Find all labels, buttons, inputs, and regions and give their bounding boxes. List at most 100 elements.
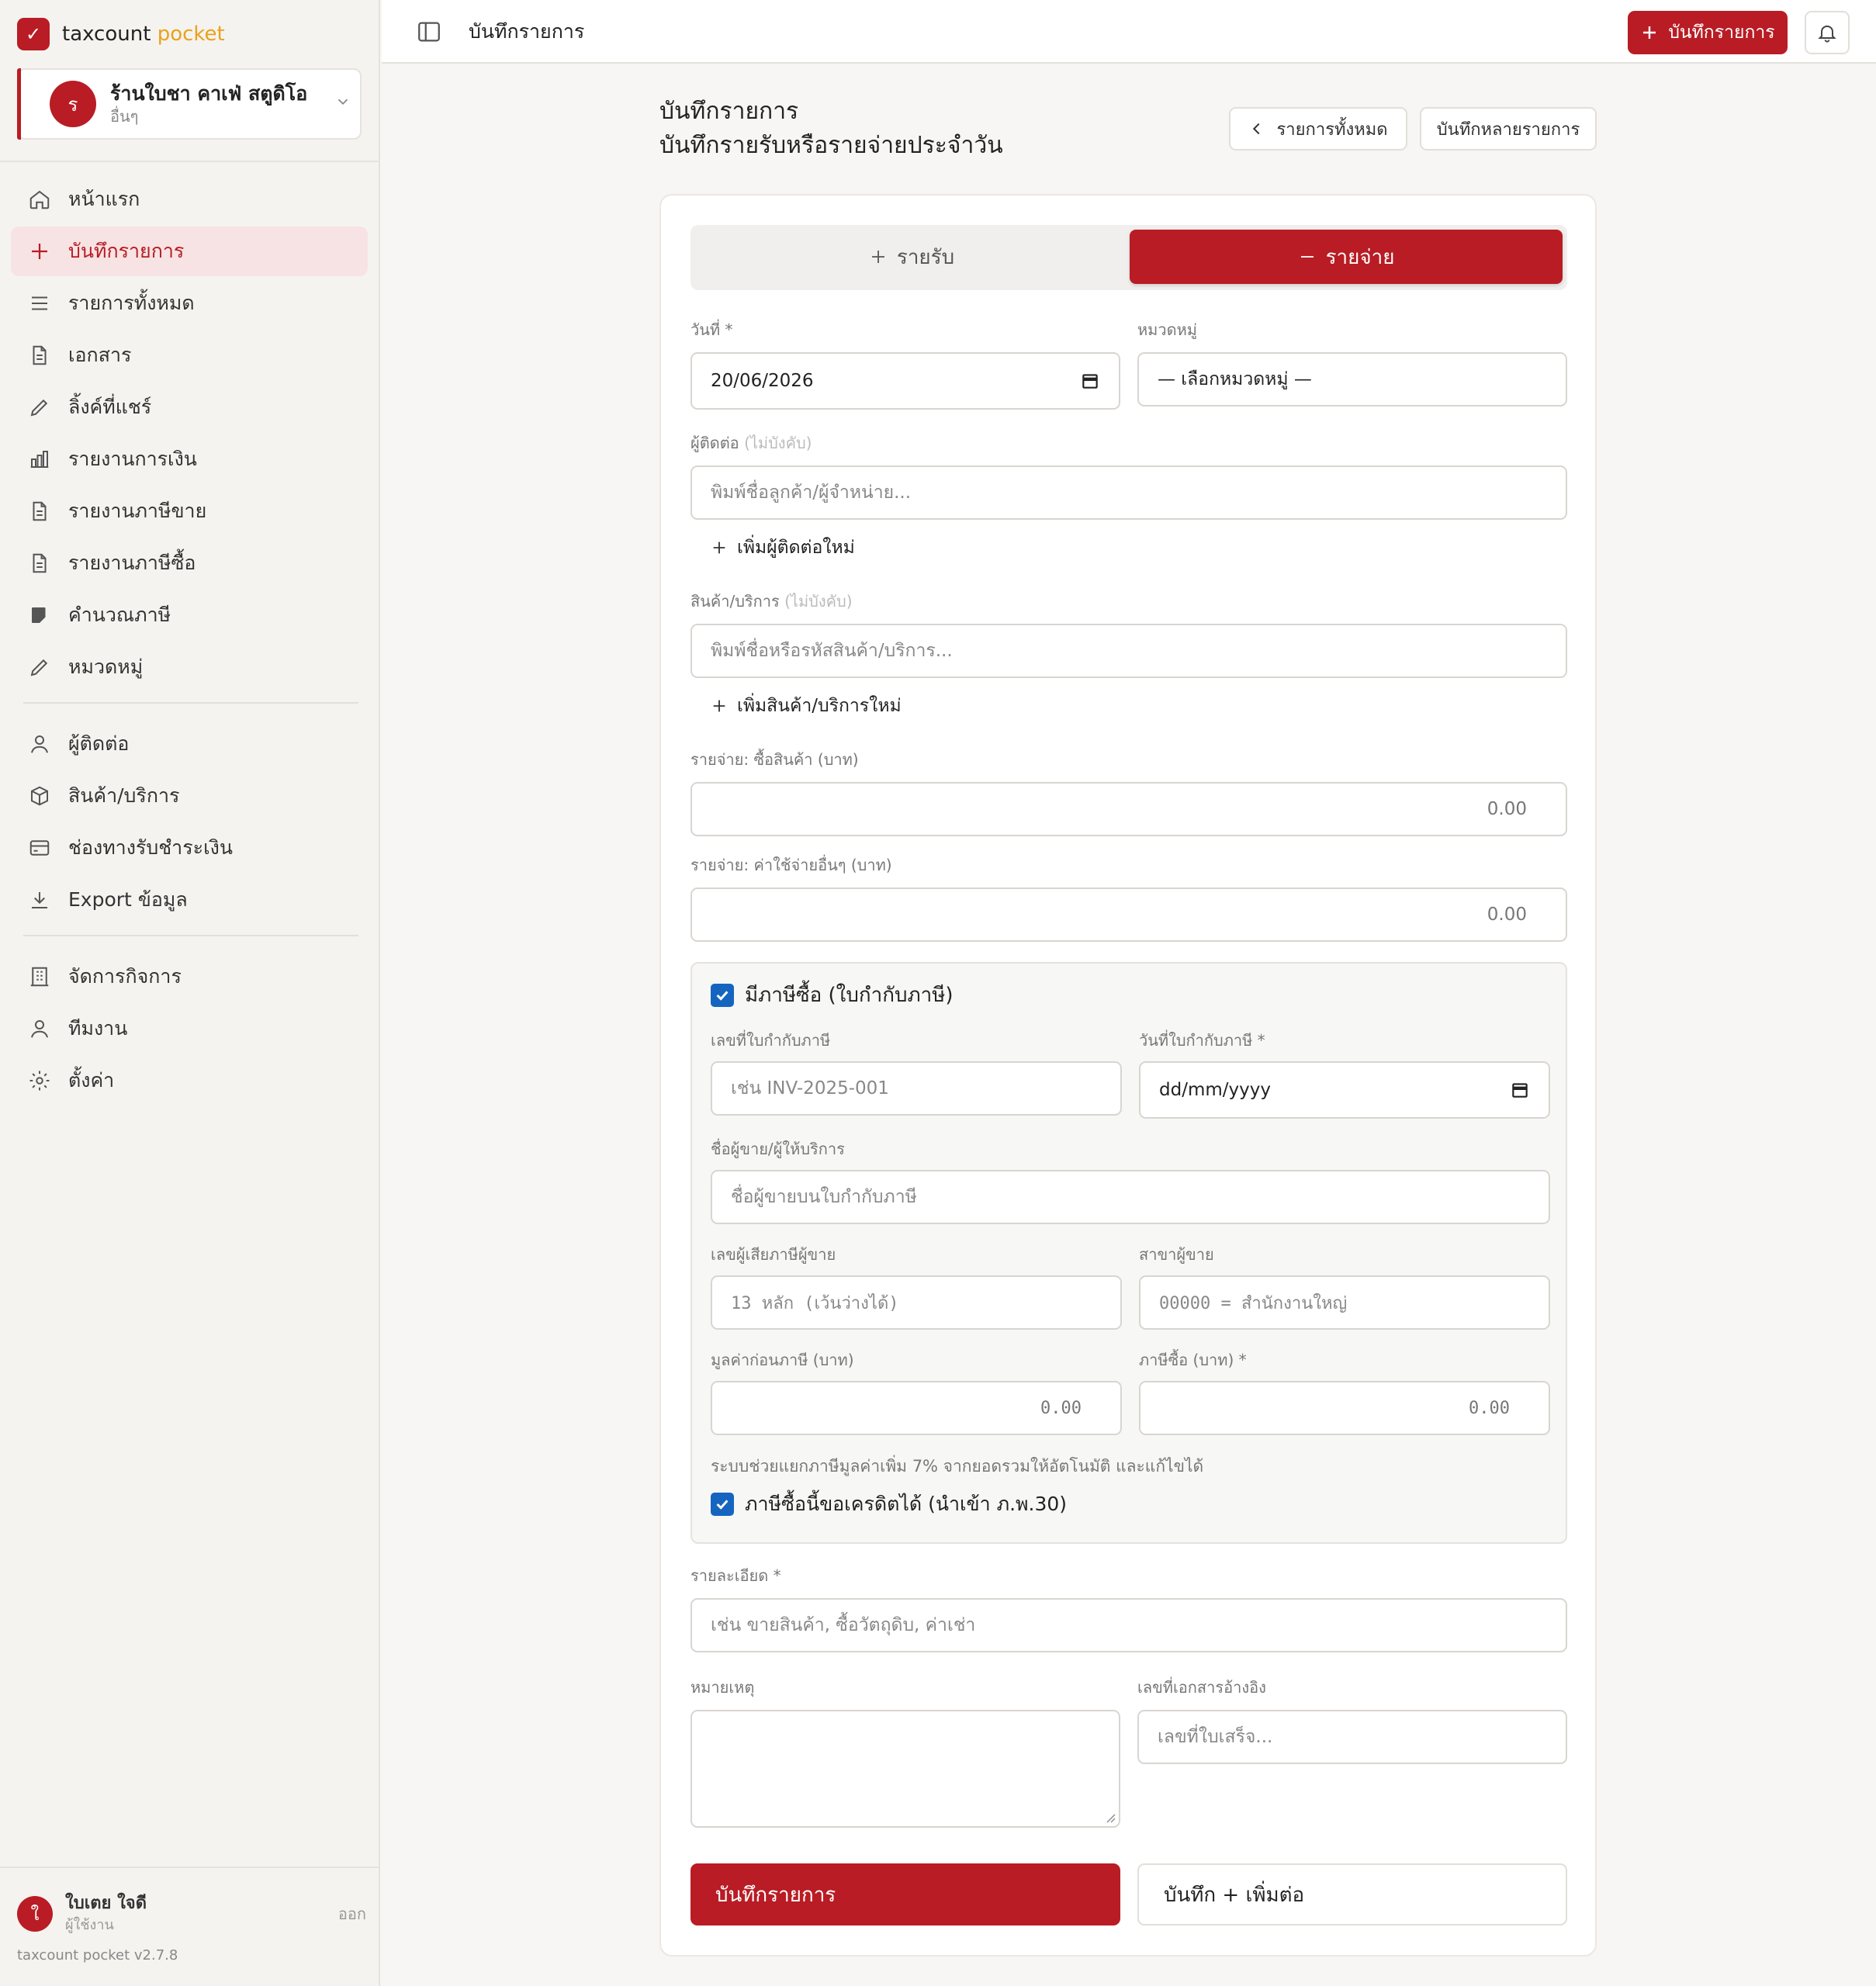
reference-input[interactable]: เลขที่ใบเสร็จ... xyxy=(1137,1710,1567,1764)
sidebar: ✓ taxcount pocket ร ร้านใบชา คาเฟ่ สตูดิ… xyxy=(0,0,380,1986)
chevron-down-icon xyxy=(326,93,360,115)
vat-hint: ระบบช่วยแยกภาษีมูลค่าเพิ่ม 7% จากยอดรวมใ… xyxy=(711,1457,1204,1476)
invoice-no-input[interactable]: เช่น INV-2025-001 xyxy=(711,1061,1122,1116)
sidebar-item-payment-channels[interactable]: ช่องทางรับชำระเงิน xyxy=(11,823,368,873)
sidebar-item-label: จัดการกิจการ xyxy=(68,965,182,988)
box-icon xyxy=(26,783,53,809)
type-toggle: รายรับ รายจ่าย xyxy=(691,225,1567,290)
add-product-label: เพิ่มสินค้า/บริการใหม่ xyxy=(737,696,902,716)
check-icon xyxy=(716,991,729,1001)
sidebar-item-products[interactable]: สินค้า/บริการ xyxy=(11,771,368,821)
tax-credit-checkbox[interactable] xyxy=(711,1493,734,1516)
save-button[interactable]: บันทึกรายการ xyxy=(691,1863,1120,1925)
sidebar-item-shared-links[interactable]: ลิ้งค์ที่แชร์ xyxy=(11,382,368,432)
bell-icon xyxy=(1818,25,1836,43)
calendar-icon xyxy=(1512,1083,1528,1098)
plus-icon xyxy=(713,700,725,712)
expense-other-input[interactable]: 0.00 xyxy=(691,887,1567,942)
sidebar-item-label: รายงานภาษีขาย xyxy=(68,500,207,522)
pre-tax-input[interactable]: 0.00 xyxy=(711,1381,1122,1435)
sidebar-item-team[interactable]: ทีมงาน xyxy=(11,1004,368,1054)
sidebar-item-home[interactable]: หน้าแรก xyxy=(11,175,368,224)
business-type: อื่นๆ xyxy=(110,107,139,126)
plus-icon xyxy=(1643,26,1656,39)
resize-handle-icon[interactable] xyxy=(1105,1812,1116,1823)
sidebar-item-export[interactable]: Export ข้อมูล xyxy=(11,875,368,925)
check-logo-icon: ✓ xyxy=(17,18,50,50)
logout-button[interactable]: ออก xyxy=(338,1901,366,1926)
record-form-card: รายรับ รายจ่าย วันที่ * 20/06/2026 หมวดห… xyxy=(659,194,1597,1957)
user-role: ผู้ใช้งาน xyxy=(65,1917,114,1933)
note-textarea[interactable] xyxy=(691,1710,1120,1828)
invoice-date-field[interactable]: dd/mm/yyyy xyxy=(1139,1061,1550,1119)
document-icon xyxy=(26,498,53,524)
expense-goods-input[interactable]: 0.00 xyxy=(691,782,1567,836)
business-switcher[interactable]: ร ร้านใบชา คาเฟ่ สตูดิโอ อื่นๆ xyxy=(17,68,362,140)
document-icon xyxy=(26,550,53,576)
sidebar-item-label: ทีมงาน xyxy=(68,1017,128,1040)
date-field[interactable]: 20/06/2026 xyxy=(691,352,1120,410)
seller-tax-id-input[interactable]: 13 หลัก (เว้นว่างได้) xyxy=(711,1275,1122,1330)
seller-tax-id-label: เลขผู้เสียภาษีผู้ขาย xyxy=(711,1245,836,1264)
pre-tax-label: มูลค่าก่อนภาษี (บาท) xyxy=(711,1351,854,1369)
sidebar-item-tax-calc[interactable]: คำนวณภาษี xyxy=(11,590,368,640)
product-search-input[interactable]: พิมพ์ชื่อหรือรหัสสินค้า/บริการ... xyxy=(691,624,1567,678)
sidebar-item-purchase-tax-report[interactable]: รายงานภาษีซื้อ xyxy=(11,538,368,588)
page-title: บันทึกรายการ xyxy=(659,98,799,125)
download-icon xyxy=(26,887,53,913)
purchase-tax-checkbox-label: มีภาษีซื้อ (ใบกำกับภาษี) xyxy=(745,984,954,1007)
all-records-button[interactable]: รายการทั้งหมด xyxy=(1229,107,1407,151)
purchase-tax-label: ภาษีซื้อ (บาท) * xyxy=(1139,1351,1247,1369)
plus-icon xyxy=(871,251,884,263)
brand[interactable]: ✓ taxcount pocket xyxy=(17,17,225,51)
divider xyxy=(23,702,358,704)
add-product-button[interactable]: เพิ่มสินค้า/บริการใหม่ xyxy=(711,692,902,720)
sidebar-item-sales-tax-report[interactable]: รายงานภาษีขาย xyxy=(11,486,368,536)
multi-record-button[interactable]: บันทึกหลายรายการ xyxy=(1420,107,1597,151)
purchase-tax-input[interactable]: 0.00 xyxy=(1139,1381,1550,1435)
invoice-date-label: วันที่ใบกำกับภาษี * xyxy=(1139,1031,1265,1050)
add-record-button[interactable]: บันทึกรายการ xyxy=(1628,11,1788,54)
tab-expense-label: รายจ่าย xyxy=(1325,245,1395,269)
seller-name-input[interactable]: ชื่อผู้ขายบนใบกำกับภาษี xyxy=(711,1170,1550,1224)
user-icon xyxy=(26,731,53,757)
sidebar-item-label: สินค้า/บริการ xyxy=(68,784,180,807)
tax-credit-checkbox-label: ภาษีซื้อนี้ขอเครดิตได้ (นำเข้า ภ.พ.30) xyxy=(745,1493,1068,1515)
reference-label: เลขที่เอกสารอ้างอิง xyxy=(1137,1678,1266,1697)
add-contact-button[interactable]: เพิ่มผู้ติดต่อใหม่ xyxy=(711,534,855,562)
chevron-left-icon xyxy=(1253,123,1260,135)
avatar: ใ xyxy=(17,1896,53,1932)
seller-branch-label: สาขาผู้ขาย xyxy=(1139,1245,1214,1264)
contact-search-input[interactable]: พิมพ์ชื่อลูกค้า/ผู้จำหน่าย... xyxy=(691,465,1567,520)
seller-name-label: ชื่อผู้ขาย/ผู้ให้บริการ xyxy=(711,1140,845,1158)
sidebar-item-manage-business[interactable]: จัดการกิจการ xyxy=(11,952,368,1002)
divider xyxy=(23,935,358,936)
expense-other-label: รายจ่าย: ค่าใช้จ่ายอื่นๆ (บาท) xyxy=(691,856,892,874)
sidebar-item-documents[interactable]: เอกสาร xyxy=(11,330,368,380)
divider xyxy=(0,161,380,162)
detail-input[interactable]: เช่น ขายสินค้า, ซื้อวัตถุดิบ, ค่าเช่า xyxy=(691,1598,1567,1652)
sidebar-item-settings[interactable]: ตั้งค่า xyxy=(11,1056,368,1105)
topbar-title: บันทึกรายการ xyxy=(469,20,585,43)
tab-income[interactable]: รายรับ xyxy=(695,230,1128,284)
sidebar-item-record[interactable]: บันทึกรายการ xyxy=(11,227,368,276)
notification-button[interactable] xyxy=(1805,11,1850,54)
user-icon xyxy=(26,1015,53,1042)
sidebar-toggle-icon[interactable] xyxy=(416,19,442,45)
tab-expense[interactable]: รายจ่าย xyxy=(1130,230,1563,284)
sidebar-item-all[interactable]: รายการทั้งหมด xyxy=(11,279,368,328)
page-subtitle: บันทึกรายรับหรือรายจ่ายประจำวัน xyxy=(659,132,1003,159)
sidebar-item-label: รายงานการเงิน xyxy=(68,448,197,470)
save-and-add-button[interactable]: บันทึก + เพิ่มต่อ xyxy=(1137,1863,1567,1925)
category-select[interactable]: — เลือกหมวดหมู่ — xyxy=(1137,352,1567,407)
sidebar-item-contacts[interactable]: ผู้ติดต่อ xyxy=(11,719,368,769)
sidebar-item-label: รายการทั้งหมด xyxy=(68,292,195,314)
sidebar-item-finance-report[interactable]: รายงานการเงิน xyxy=(11,434,368,484)
calculator-icon xyxy=(26,602,53,628)
building-icon xyxy=(26,964,53,990)
purchase-tax-checkbox[interactable] xyxy=(711,984,734,1007)
seller-branch-input[interactable]: 00000 = สำนักงานใหญ่ xyxy=(1139,1275,1550,1330)
sidebar-item-categories[interactable]: หมวดหมู่ xyxy=(11,642,368,692)
pencil-icon xyxy=(26,654,53,680)
invoice-date-value: dd/mm/yyyy xyxy=(1159,1080,1271,1100)
